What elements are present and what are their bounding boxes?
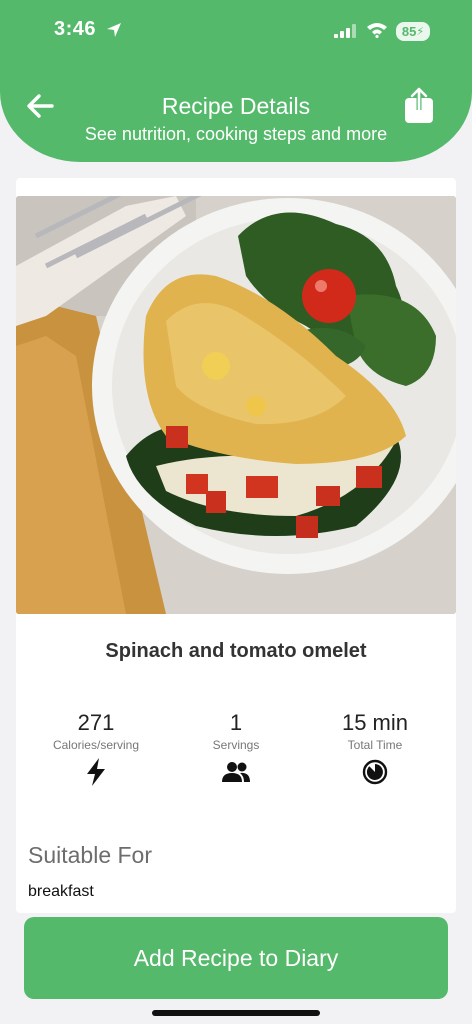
location-arrow-icon: [106, 22, 122, 43]
people-icon: [166, 758, 306, 786]
stat-total-time: 15 min Total Time: [305, 710, 445, 786]
home-indicator[interactable]: [152, 1010, 320, 1016]
stat-value: 15 min: [341, 710, 409, 735]
page-title: Recipe Details: [161, 93, 311, 119]
stat-label: Calories/serving: [52, 738, 140, 752]
stat-servings: 1 Servings: [166, 710, 306, 786]
share-icon[interactable]: [404, 85, 434, 129]
page-subtitle: See nutrition, cooking steps and more: [84, 124, 388, 144]
stat-calories: 271 Calories/serving: [26, 710, 166, 786]
bolt-icon: [26, 758, 166, 786]
timer-icon: [305, 758, 445, 786]
battery-indicator: 85 ⚡: [396, 22, 430, 41]
stat-label: Total Time: [347, 738, 403, 752]
suitable-for-value: breakfast: [28, 883, 94, 900]
recipe-photo: [16, 196, 456, 614]
cellular-signal-icon: [334, 24, 356, 43]
status-bar: 3:46 85 ⚡: [0, 0, 472, 64]
status-time: 3:46: [54, 18, 97, 40]
header: 3:46 85 ⚡ Recipe Details See nutrition, c…: [0, 0, 472, 162]
stat-value: 271: [77, 710, 115, 735]
suitable-for-heading: Suitable For: [28, 842, 153, 868]
stat-value: 1: [229, 710, 243, 735]
wifi-icon: [366, 22, 388, 43]
add-recipe-button[interactable]: Add Recipe to Diary: [24, 917, 448, 999]
recipe-name: Spinach and tomato omelet: [105, 640, 367, 662]
stat-label: Servings: [212, 738, 260, 752]
battery-level: 85: [401, 24, 417, 39]
